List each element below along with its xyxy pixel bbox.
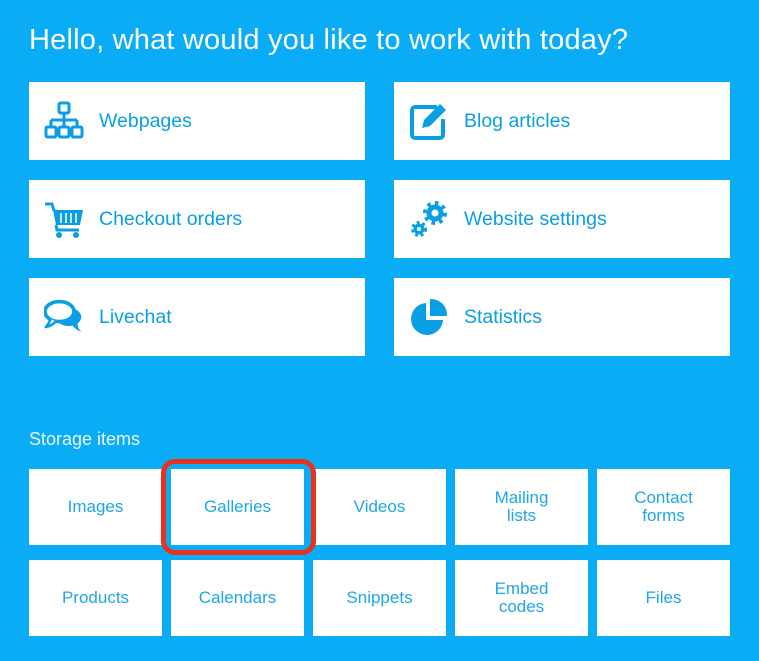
livechat-card[interactable]: Livechat — [29, 278, 365, 356]
checkout-orders-card[interactable]: Checkout orders — [29, 180, 365, 258]
storage-item-images[interactable]: Images — [29, 469, 162, 545]
sitemap-icon — [44, 101, 84, 141]
storage-item-mailing-lists[interactable]: Mailing lists — [455, 469, 588, 545]
storage-item-label: Videos — [353, 497, 406, 516]
checkout-orders-label: Checkout orders — [99, 207, 243, 230]
website-settings-label: Website settings — [464, 207, 607, 230]
pie-chart-icon — [409, 297, 449, 337]
storage-item-label: Snippets — [346, 588, 413, 607]
webpages-label: Webpages — [99, 109, 192, 132]
storage-item-snippets[interactable]: Snippets — [313, 560, 446, 636]
storage-item-label: Contact forms — [634, 488, 693, 525]
storage-item-products[interactable]: Products — [29, 560, 162, 636]
blog-articles-label: Blog articles — [464, 109, 571, 132]
statistics-label: Statistics — [464, 305, 543, 328]
webpages-card[interactable]: Webpages — [29, 82, 365, 160]
livechat-label: Livechat — [99, 305, 172, 328]
storage-item-embed-codes[interactable]: Embed codes — [455, 560, 588, 636]
gears-icon — [409, 199, 449, 239]
storage-item-label: Images — [67, 497, 124, 516]
website-settings-card[interactable]: Website settings — [394, 180, 730, 258]
storage-item-label: Galleries — [203, 497, 272, 516]
storage-item-label: Files — [645, 588, 682, 607]
storage-item-calendars[interactable]: Calendars — [171, 560, 304, 636]
storage-item-videos[interactable]: Videos — [313, 469, 446, 545]
statistics-card[interactable]: Statistics — [394, 278, 730, 356]
storage-item-label: Mailing lists — [494, 488, 549, 525]
storage-items-heading: Storage items — [29, 429, 141, 449]
edit-icon — [409, 101, 449, 141]
storage-item-contact-forms[interactable]: Contact forms — [597, 469, 730, 545]
shopping-cart-icon — [44, 199, 84, 239]
storage-item-files[interactable]: Files — [597, 560, 730, 636]
storage-item-label: Calendars — [198, 588, 277, 607]
chat-bubbles-icon — [44, 297, 84, 337]
blog-articles-card[interactable]: Blog articles — [394, 82, 730, 160]
storage-item-galleries[interactable]: Galleries — [171, 469, 304, 545]
storage-item-label: Embed codes — [494, 579, 549, 616]
greeting-heading: Hello, what would you like to work with … — [29, 24, 629, 56]
storage-item-label: Products — [61, 588, 130, 607]
